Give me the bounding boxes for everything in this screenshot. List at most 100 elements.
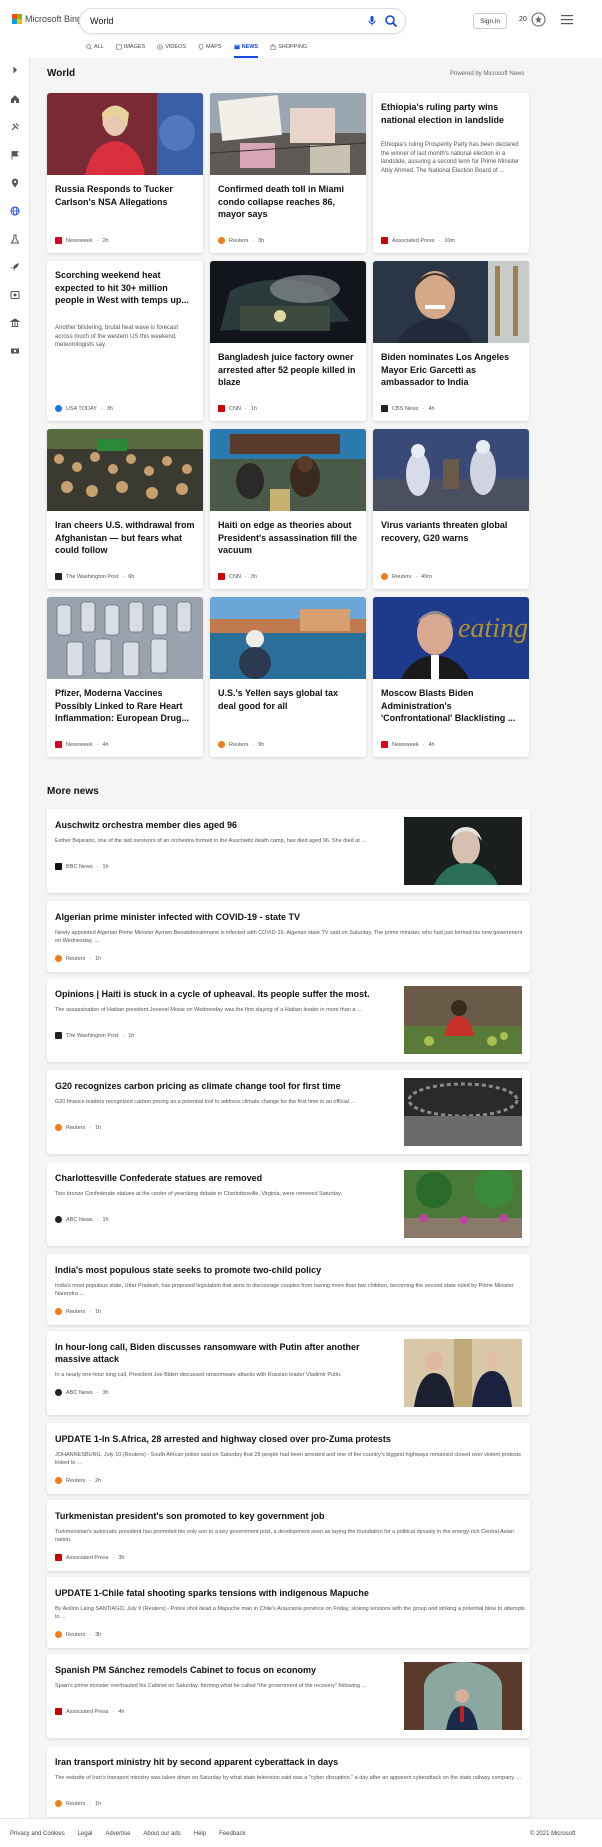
footer-link-feedback[interactable]: Feedback — [219, 1831, 245, 1837]
provider: Newsweek · 4h — [381, 741, 435, 748]
reuters-logo-icon — [218, 741, 225, 748]
microphone-icon[interactable] — [366, 15, 378, 27]
news-image — [47, 429, 203, 511]
bing-logo[interactable]: Microsoft Bing — [12, 14, 82, 24]
news-card[interactable]: eating Moscow Blasts Biden Administratio… — [373, 597, 529, 757]
search-icon[interactable] — [384, 14, 398, 28]
provider: Reuters · 1h — [55, 1124, 101, 1131]
news-image — [373, 429, 529, 511]
provider: ABC News · 3h — [55, 1389, 109, 1396]
search-scopes: ALL IMAGES VIDEOS MAPS NEWS SHOPPING — [86, 41, 319, 58]
tools-icon[interactable] — [10, 122, 20, 132]
newsweek-logo-icon — [381, 741, 388, 748]
hamburger-menu-icon[interactable] — [561, 14, 573, 25]
scope-images[interactable]: IMAGES — [115, 41, 145, 53]
news-thumbnail — [404, 1170, 522, 1238]
reuters-logo-icon — [55, 1308, 62, 1315]
scope-shopping[interactable]: SHOPPING — [270, 41, 307, 53]
provider: Associated Press · 3h — [55, 1554, 124, 1561]
microsoft-logo-icon — [12, 14, 22, 24]
footer-link-help[interactable]: Help — [194, 1831, 206, 1837]
news-row[interactable]: UPDATE 1-In S.Africa, 28 arrested and hi… — [47, 1423, 530, 1494]
location-icon[interactable] — [10, 178, 20, 188]
rocket-icon[interactable] — [10, 262, 20, 272]
news-image — [210, 93, 366, 175]
news-thumbnail — [404, 1078, 522, 1146]
reuters-logo-icon — [55, 955, 62, 962]
reuters-logo-icon — [55, 1477, 62, 1484]
news-row[interactable]: UPDATE 1-Chile fatal shooting sparks ten… — [47, 1577, 530, 1648]
footer-link-about-ads[interactable]: About our ads — [143, 1831, 180, 1837]
news-row[interactable]: India's most populous state seeks to pro… — [47, 1254, 530, 1325]
money-icon[interactable] — [10, 346, 20, 356]
science-icon[interactable] — [10, 234, 20, 244]
reuters-logo-icon — [55, 1124, 62, 1131]
video-icon — [157, 44, 163, 50]
flag-icon[interactable] — [10, 150, 20, 160]
news-row[interactable]: In hour-long call, Biden discusses ranso… — [47, 1331, 530, 1415]
scope-all[interactable]: ALL — [86, 41, 104, 53]
news-card[interactable]: Iran cheers U.S. withdrawal from Afghani… — [47, 429, 203, 589]
footer-link-privacy[interactable]: Privacy and Cookies — [10, 1831, 65, 1837]
news-row[interactable]: Turkmenistan president's son promoted to… — [47, 1500, 530, 1571]
map-pin-icon — [198, 44, 204, 50]
news-card[interactable]: Ethiopia's ruling party wins national el… — [373, 93, 529, 253]
provider: Newsweek · 4h — [55, 741, 109, 748]
news-card[interactable]: Confirmed death toll in Miami condo coll… — [210, 93, 366, 253]
provider: The Washington Post · 1h — [55, 1032, 134, 1039]
powered-by-label[interactable]: Powered by Microsoft News — [450, 71, 524, 77]
abc-news-logo-icon — [55, 1216, 62, 1223]
more-news-title: More news — [47, 786, 99, 797]
news-card[interactable]: Scorching weekend heat expected to hit 3… — [47, 261, 203, 421]
bank-icon[interactable] — [10, 318, 20, 328]
news-row[interactable]: Algerian prime minister infected with CO… — [47, 901, 530, 972]
news-thumbnail — [404, 986, 522, 1054]
section-title: World — [47, 68, 76, 79]
search-input[interactable] — [90, 14, 320, 28]
news-card[interactable]: U.S.'s Yellen says global tax deal good … — [210, 597, 366, 757]
news-card[interactable]: Haiti on edge as theories about Presiden… — [210, 429, 366, 589]
news-card[interactable]: Russia Responds to Tucker Carlson's NSA … — [47, 93, 203, 253]
provider: Reuters · 49m — [381, 573, 432, 580]
news-card[interactable]: Virus variants threaten global recovery,… — [373, 429, 529, 589]
provider: BBC News · 1h — [55, 863, 109, 870]
news-row[interactable]: Auschwitz orchestra member dies aged 96 … — [47, 809, 530, 893]
news-row[interactable]: Charlottesville Confederate statues are … — [47, 1162, 530, 1246]
footer-link-advertise[interactable]: Advertise — [105, 1831, 130, 1837]
expand-icon[interactable] — [10, 65, 20, 75]
sign-in-button[interactable]: Sign in — [473, 13, 507, 29]
globe-icon[interactable] — [10, 206, 20, 216]
reuters-logo-icon — [381, 573, 388, 580]
scope-news[interactable]: NEWS — [233, 41, 258, 58]
provider: CNN · 1h — [218, 405, 257, 412]
news-thumbnail — [404, 817, 522, 885]
home-icon[interactable] — [10, 94, 20, 104]
scope-videos[interactable]: VIDEOS — [157, 41, 186, 53]
entertainment-icon[interactable] — [10, 290, 20, 300]
news-icon — [234, 44, 240, 50]
provider: Reuters · 1h — [55, 1800, 101, 1807]
rewards-icon[interactable] — [531, 12, 546, 27]
news-thumbnail — [404, 1339, 522, 1407]
provider: Reuters · 3h — [55, 1631, 101, 1638]
provider: CNN · 3h — [218, 573, 257, 580]
newsweek-logo-icon — [55, 741, 62, 748]
usa-today-logo-icon — [55, 405, 62, 412]
news-row[interactable]: G20 recognizes carbon pricing as climate… — [47, 1070, 530, 1154]
news-row[interactable]: Iran transport ministry hit by second ap… — [47, 1746, 530, 1817]
provider: Reuters · 3h — [218, 237, 264, 244]
provider: Associated Press · 4h — [55, 1708, 124, 1715]
rewards-count[interactable]: 20 — [519, 16, 527, 23]
footer-link-legal[interactable]: Legal — [78, 1831, 93, 1837]
cnn-logo-icon — [218, 405, 225, 412]
washington-post-logo-icon — [55, 1032, 62, 1039]
provider: Reuters · 1h — [55, 955, 101, 962]
news-card[interactable]: Biden nominates Los Angeles Mayor Eric G… — [373, 261, 529, 421]
news-card[interactable]: Pfizer, Moderna Vaccines Possibly Linked… — [47, 597, 203, 757]
svg-text:eating: eating — [458, 613, 528, 644]
scope-maps[interactable]: MAPS — [198, 41, 222, 53]
news-image — [210, 429, 366, 511]
news-row[interactable]: Spanish PM Sánchez remodels Cabinet to f… — [47, 1654, 530, 1738]
news-row[interactable]: Opinions | Haiti is stuck in a cycle of … — [47, 978, 530, 1062]
news-card[interactable]: Bangladesh juice factory owner arrested … — [210, 261, 366, 421]
